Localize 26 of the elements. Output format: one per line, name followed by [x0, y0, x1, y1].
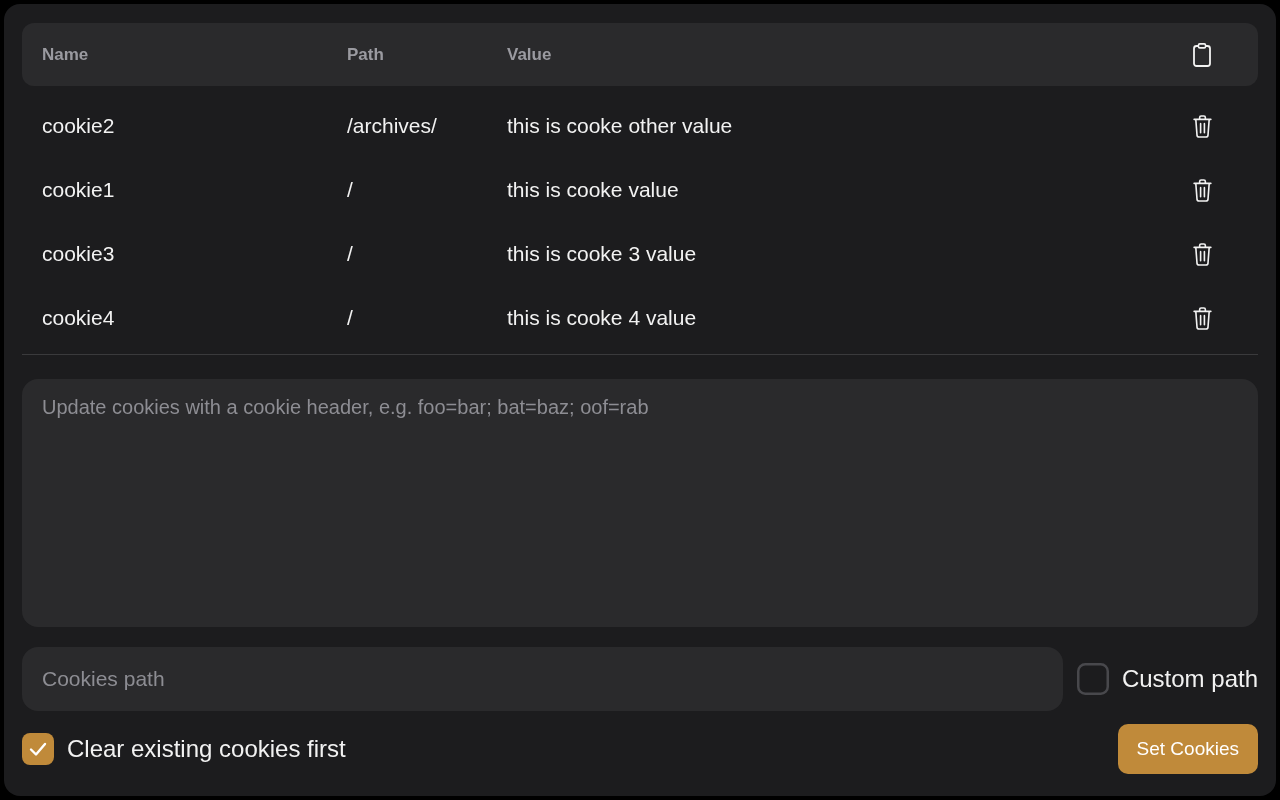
checkbox-label[interactable]: Clear existing cookies first [67, 735, 346, 763]
table-cell-text: cookie4 [42, 306, 116, 330]
table-cell-text: cookie1 [42, 178, 116, 202]
trash-icon[interactable] [1192, 306, 1212, 330]
table-cell-text: cookie2 [42, 114, 116, 138]
column-header: Path [347, 44, 385, 65]
column-header: Value [507, 44, 553, 65]
cookie-header-field[interactable]: Update cookies with a cookie header, e.g. foo=bar; bat=baz; oof=rab [22, 379, 1258, 627]
checkbox[interactable] [1076, 663, 1109, 695]
table-cell-text: this is cooke 4 value [507, 306, 698, 330]
table-cell-text: this is cooke 3 value [507, 242, 698, 266]
trash-icon[interactable] [1192, 114, 1212, 138]
table-cell-text: /archives/ [347, 114, 438, 138]
table-cell-text: this is cooke other value [507, 114, 734, 138]
table-cell-text: cookie3 [42, 242, 116, 266]
table-cell-text: / [347, 242, 354, 266]
clipboard-icon[interactable] [1193, 42, 1211, 67]
trash-icon[interactable] [1192, 178, 1212, 202]
table-cell-text: this is cooke value [507, 178, 680, 202]
trash-icon[interactable] [1192, 242, 1212, 266]
table-cell-text: / [347, 306, 354, 330]
column-header: Name [42, 44, 90, 65]
checkbox[interactable] [22, 733, 54, 765]
table-cell-text: / [347, 178, 354, 202]
checkbox-label[interactable]: Custom path [1121, 665, 1258, 693]
cookies-path-field[interactable]: Cookies path [22, 647, 1063, 711]
